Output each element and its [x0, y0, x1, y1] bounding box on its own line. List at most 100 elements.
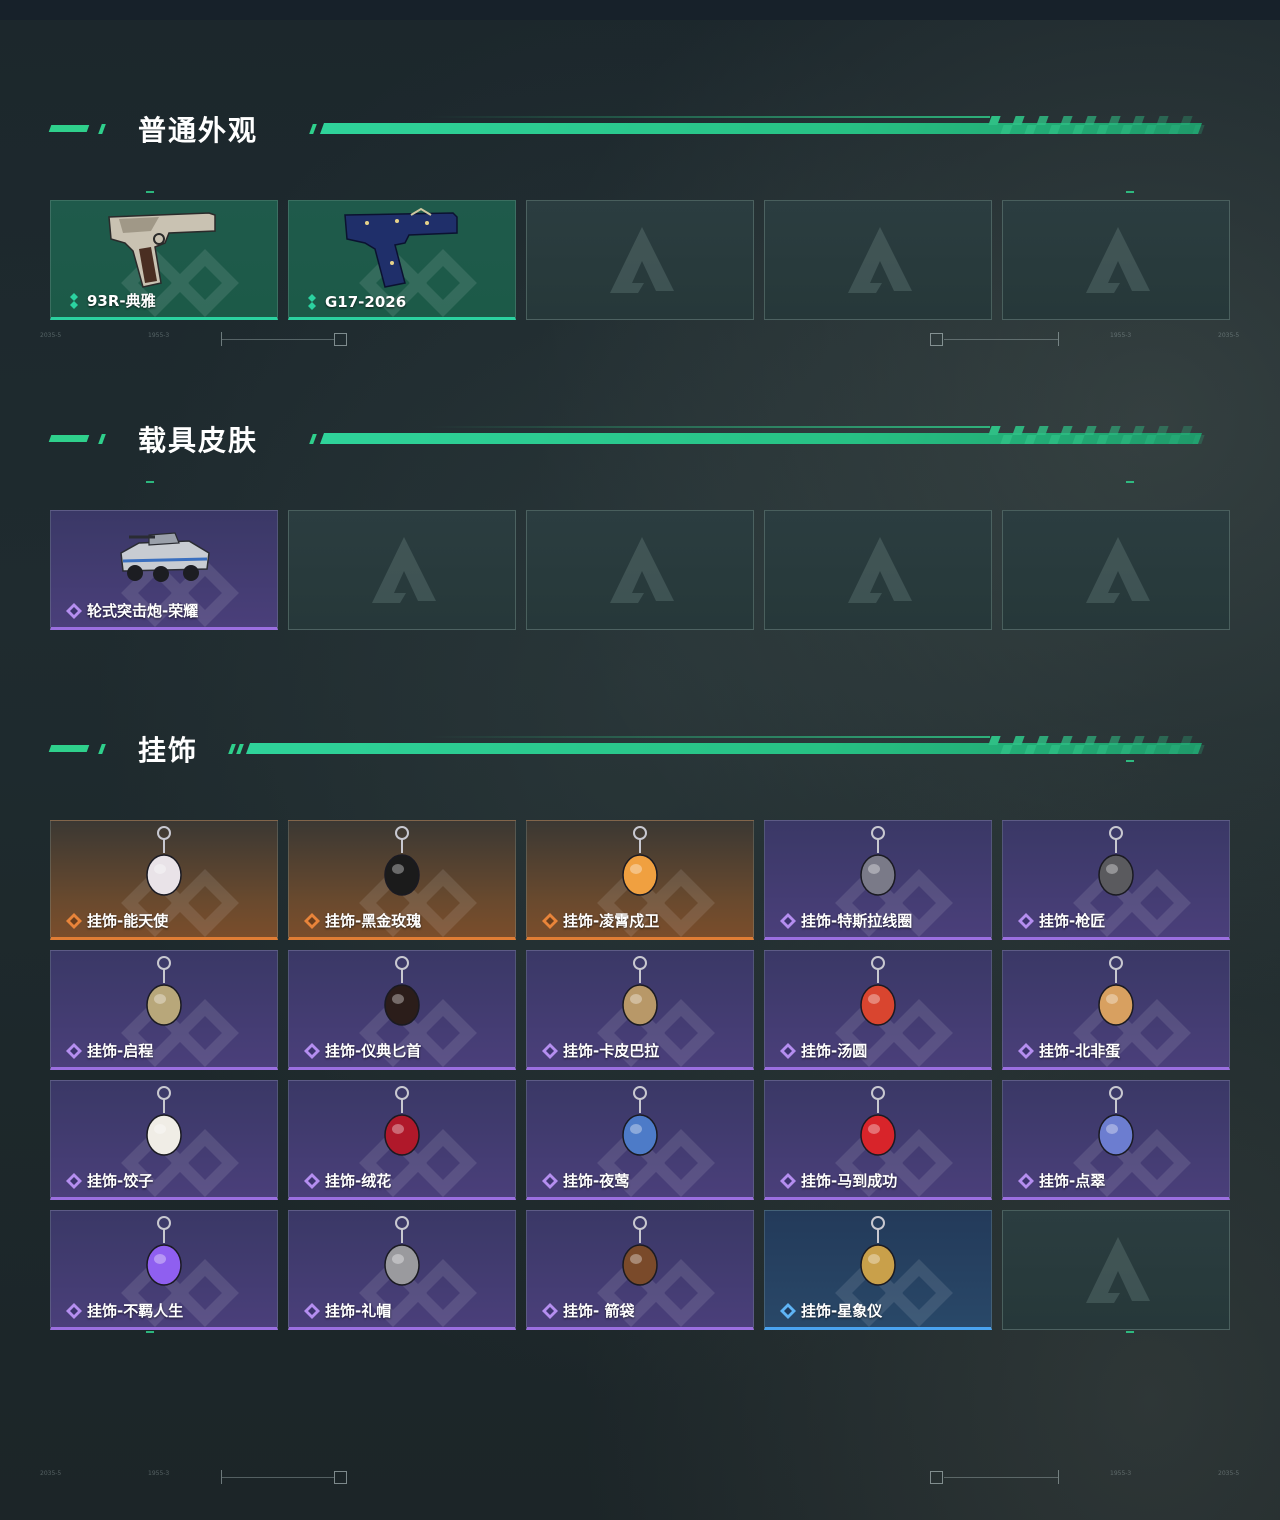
item-card[interactable]: 挂饰-凌霄戍卫: [526, 820, 754, 940]
empty-slot: [764, 510, 992, 630]
rarity-diamond-icon: [66, 912, 82, 929]
item-label: 挂饰-凌霄戍卫: [541, 910, 659, 931]
item-card[interactable]: 挂饰-点翠: [1002, 1080, 1230, 1200]
item-name: G17-2026: [325, 293, 407, 311]
corner-mark: [1126, 1331, 1134, 1333]
guardian-charm-icon: [622, 826, 658, 896]
item-name: 挂饰-卡皮巴拉: [563, 1042, 660, 1060]
rarity-diamond-icon: [304, 1172, 320, 1189]
rarity-diamond-icon: [66, 1042, 82, 1059]
section-header-vehicle-skins: 载具皮肤: [0, 418, 1280, 458]
item-label: 挂饰-不羁人生: [65, 1300, 183, 1321]
item-card[interactable]: 挂饰-马到成功: [764, 1080, 992, 1200]
quiver-charm-icon: [622, 1216, 658, 1286]
corner-mark: [146, 1331, 154, 1333]
scale-decoration: 2035-5 1955-3: [36, 1468, 366, 1488]
medal-charm-icon: [146, 956, 182, 1026]
item-card[interactable]: 93R-典雅: [50, 200, 278, 320]
empty-slot-logo-icon: [1086, 227, 1150, 293]
scale-decoration: 2035-5 1955-3: [36, 330, 366, 350]
empty-slot-logo-icon: [848, 537, 912, 603]
item-card[interactable]: 挂饰-星象仪: [764, 1210, 992, 1330]
item-name: 挂饰-点翠: [1039, 1172, 1106, 1190]
item-name: 挂饰-绒花: [325, 1172, 392, 1190]
rarity-diamond-icon: [304, 1042, 320, 1059]
item-name: 挂饰-特斯拉线圈: [801, 912, 913, 930]
item-card[interactable]: 挂饰-夜莺: [526, 1080, 754, 1200]
empty-slot: [1002, 510, 1230, 630]
item-name: 挂饰-马到成功: [801, 1172, 898, 1190]
scale-label: 1955-3: [148, 332, 170, 339]
item-card[interactable]: 挂饰-仪典匕首: [288, 950, 516, 1070]
scale-label: 2035-5: [40, 1470, 62, 1477]
empty-slot: [288, 510, 516, 630]
item-card[interactable]: G17-2026: [288, 200, 516, 320]
item-label: 93R-典雅: [65, 290, 156, 311]
corner-mark: [1126, 760, 1134, 762]
header-thin-line: [430, 736, 990, 738]
item-card[interactable]: 挂饰-北非蛋: [1002, 950, 1230, 1070]
top-band: [0, 0, 1280, 20]
item-card[interactable]: 轮式突击炮-荣耀: [50, 510, 278, 630]
item-card[interactable]: 挂饰-礼帽: [288, 1210, 516, 1330]
rarity-diamond-icon: [780, 1172, 796, 1189]
item-card[interactable]: 挂饰-黑金玫瑰: [288, 820, 516, 940]
item-label: 挂饰-特斯拉线圈: [779, 910, 912, 931]
item-name: 93R-典雅: [87, 292, 156, 310]
rarity-diamond-icon: [66, 1302, 82, 1319]
header-tick: [309, 124, 317, 134]
item-card[interactable]: 挂饰-汤圆: [764, 950, 992, 1070]
item-label: 挂饰-绒花: [303, 1170, 391, 1191]
charm-row: 挂饰-饺子 挂饰-绒花 挂饰-夜莺 挂饰-马到成功 挂饰-点翠: [50, 1080, 1230, 1200]
scale-decoration: 1955-3 2035-5: [930, 1468, 1250, 1488]
item-card[interactable]: 挂饰-卡皮巴拉: [526, 950, 754, 1070]
item-label: 挂饰-北非蛋: [1017, 1040, 1120, 1061]
item-name: 挂饰-礼帽: [325, 1302, 392, 1320]
item-card[interactable]: 挂饰-不羁人生: [50, 1210, 278, 1330]
header-tick: [309, 434, 317, 444]
header-checker-pattern: [988, 116, 1205, 136]
armored-vehicle-icon: [120, 532, 210, 582]
rarity-diamond-icon: [66, 1172, 82, 1189]
item-name: 挂饰-枪匠: [1039, 912, 1106, 930]
item-label: 挂饰-汤圆: [779, 1040, 867, 1061]
tangyuan-charm-icon: [860, 956, 896, 1026]
item-name: 轮式突击炮-荣耀: [87, 602, 199, 620]
rarity-diamond-icon: [70, 292, 78, 309]
item-card[interactable]: 挂饰-枪匠: [1002, 820, 1230, 940]
rarity-diamond-icon: [66, 602, 82, 619]
item-card[interactable]: 挂饰-启程: [50, 950, 278, 1070]
item-card[interactable]: 挂饰-绒花: [288, 1080, 516, 1200]
item-label: 挂饰-仪典匕首: [303, 1040, 421, 1061]
charm-row: 挂饰-不羁人生 挂饰-礼帽 挂饰- 箭袋 挂饰-星象仪: [50, 1210, 1230, 1330]
tag-charm-icon: [146, 826, 182, 896]
scale-label: 1955-3: [148, 1470, 170, 1477]
item-card[interactable]: 挂饰-特斯拉线圈: [764, 820, 992, 940]
sneaker-charm-icon: [146, 1216, 182, 1286]
item-label: 挂饰- 箭袋: [541, 1300, 634, 1321]
header-dash-small: [98, 124, 106, 134]
item-name: 挂饰-星象仪: [801, 1302, 883, 1320]
item-label: 挂饰-能天使: [65, 910, 168, 931]
item-card[interactable]: 挂饰-能天使: [50, 820, 278, 940]
empty-slot-logo-icon: [1086, 1237, 1150, 1303]
empty-slot-logo-icon: [372, 537, 436, 603]
item-card[interactable]: 挂饰-饺子: [50, 1080, 278, 1200]
item-name: 挂饰-不羁人生: [87, 1302, 184, 1320]
pistol-navy-icon: [344, 207, 458, 288]
empty-slot: [526, 510, 754, 630]
weapon-skin-row: 93R-典雅 G17-2026: [50, 200, 1230, 320]
dagger-charm-icon: [384, 956, 420, 1026]
header-dash-small: [98, 744, 106, 754]
item-card[interactable]: 挂饰- 箭袋: [526, 1210, 754, 1330]
item-name: 挂饰-仪典匕首: [325, 1042, 422, 1060]
item-label: G17-2026: [303, 293, 406, 311]
rarity-diamond-icon: [1018, 912, 1034, 929]
item-label: 挂饰-礼帽: [303, 1300, 391, 1321]
scale-label: 2035-5: [1218, 1470, 1240, 1477]
black-rose-charm-icon: [384, 826, 420, 896]
header-tick: [228, 744, 236, 754]
empty-slot-logo-icon: [610, 227, 674, 293]
capybara-charm-icon: [622, 956, 658, 1026]
rarity-diamond-icon: [1018, 1172, 1034, 1189]
